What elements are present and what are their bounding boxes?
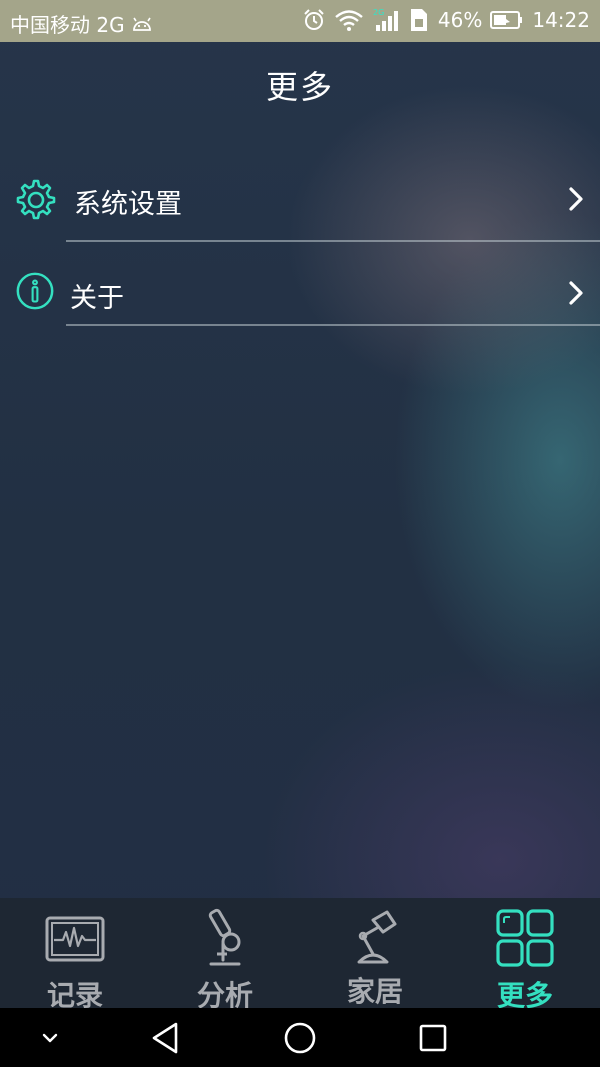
divider bbox=[66, 324, 600, 326]
back-icon[interactable] bbox=[146, 1018, 186, 1058]
menu-item-label: 关于 bbox=[70, 283, 124, 314]
tab-label: 家居 bbox=[346, 975, 403, 1008]
tab-analysis[interactable]: 分析 bbox=[150, 898, 300, 1012]
alarm-icon bbox=[304, 9, 324, 30]
sim-icon bbox=[410, 9, 427, 31]
menu-item-system-settings[interactable]: 系统设置 bbox=[0, 158, 600, 242]
chevron-right-icon bbox=[569, 187, 583, 211]
grid-icon bbox=[496, 909, 554, 967]
clock: 14:22 bbox=[532, 8, 590, 32]
microscope-icon bbox=[208, 908, 241, 966]
lamp-icon bbox=[357, 910, 397, 964]
status-bar: 中国移动 2G 2G 46% 14:22 bbox=[0, 0, 600, 42]
tab-records[interactable]: 记录 bbox=[0, 898, 150, 1012]
menu-item-about[interactable]: 关于 bbox=[0, 242, 600, 326]
navigation-bar bbox=[0, 1008, 600, 1067]
tab-bar: 记录 分析 家居 更多 bbox=[0, 898, 600, 1012]
android-icon bbox=[132, 17, 151, 31]
battery-percent: 46% bbox=[437, 8, 483, 32]
home-icon[interactable] bbox=[280, 1018, 320, 1058]
recents-icon[interactable] bbox=[413, 1018, 453, 1058]
carrier-label: 中国移动 2G bbox=[10, 13, 125, 37]
signal-icon: 2G bbox=[373, 8, 398, 31]
wifi-icon bbox=[335, 10, 363, 31]
gear-icon bbox=[16, 179, 56, 220]
tab-home[interactable]: 家居 bbox=[300, 898, 450, 1008]
tab-more[interactable]: 更多 bbox=[450, 898, 600, 1012]
collapse-icon[interactable] bbox=[30, 1018, 70, 1058]
battery-icon bbox=[490, 11, 523, 29]
info-icon bbox=[16, 272, 54, 310]
svg-text:2G: 2G bbox=[373, 8, 384, 17]
page-title: 更多 bbox=[265, 68, 334, 106]
menu-item-label: 系统设置 bbox=[74, 189, 182, 220]
monitor-icon bbox=[45, 916, 105, 962]
chevron-right-icon bbox=[569, 281, 583, 305]
